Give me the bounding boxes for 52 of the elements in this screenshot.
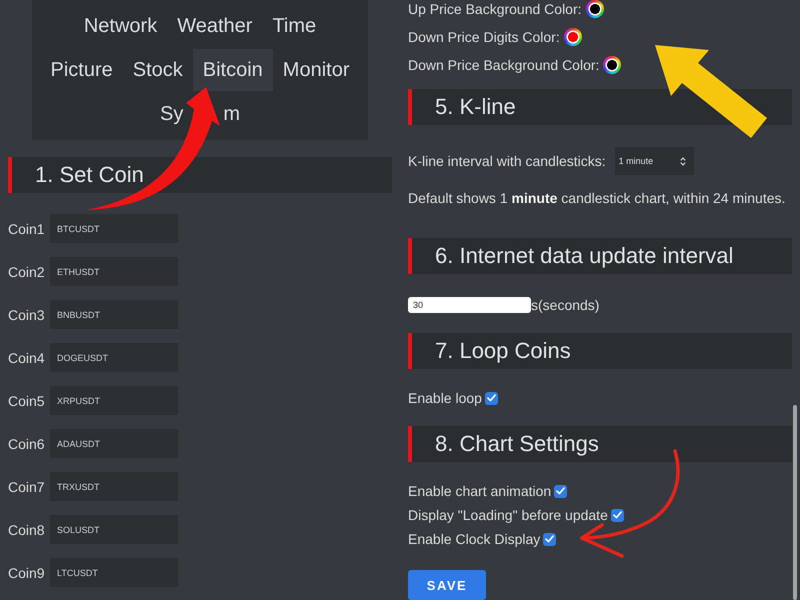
save-button[interactable]: SAVE: [408, 570, 486, 600]
unit-label: s(seconds): [531, 297, 600, 313]
coin-label: Coin5: [8, 392, 46, 408]
section-heading: 1. Set Coin: [8, 157, 392, 193]
color-picker[interactable]: [586, 0, 604, 18]
option-label: Enable chart animation: [408, 483, 552, 499]
option-label: Enable Clock Display: [408, 531, 540, 547]
coin-field[interactable]: DOGEUSDT: [50, 343, 178, 372]
option-label: Display "Loading" before update: [408, 507, 608, 523]
coin-field[interactable]: ETHUSDT: [50, 257, 178, 286]
nav-tab[interactable]: Weather: [167, 5, 262, 47]
nav-tab[interactable]: Time: [262, 5, 326, 47]
interval-field[interactable]: 30: [408, 297, 531, 313]
field-label: K-line interval with candlesticks:: [408, 153, 606, 169]
updown-icon: [680, 156, 686, 166]
checkbox[interactable]: [610, 508, 624, 522]
nav-tab[interactable]: Monitor: [272, 49, 360, 91]
nav-tab[interactable]: Sy m: [150, 93, 250, 135]
coin-field[interactable]: ADAUSDT: [50, 429, 178, 458]
checkbox[interactable]: [543, 532, 556, 546]
color-label: Down Price Background Color:: [408, 57, 600, 73]
nav-tab[interactable]: Bitcoin: [192, 49, 273, 91]
coin-label: Coin3: [8, 306, 46, 322]
coin-label: Coin6: [8, 436, 46, 452]
nav-tab[interactable]: Stock: [122, 49, 193, 91]
info-text: Default shows 1 minute candlestick chart, within 24 minutes.: [408, 189, 786, 208]
nav-tab[interactable]: Picture: [40, 49, 123, 91]
interval-select[interactable]: 1 minute: [614, 147, 694, 175]
coin-field[interactable]: BNBUSDT: [50, 300, 178, 329]
checkbox[interactable]: [484, 392, 498, 404]
scrollbar-thumb[interactable]: [793, 405, 797, 600]
coin-field[interactable]: BTCUSDT: [50, 214, 178, 243]
section-heading: 8. Chart Settings: [408, 426, 792, 462]
coin-label: Coin9: [8, 564, 46, 580]
checkbox[interactable]: [554, 484, 568, 498]
coin-field[interactable]: XRPUSDT: [50, 386, 178, 415]
section-heading: 6. Internet data update interval: [408, 238, 792, 274]
color-label: Up Price Background Color:: [408, 1, 582, 17]
nav-tab[interactable]: Network: [74, 5, 168, 47]
coin-label: Coin7: [8, 478, 46, 494]
coin-field[interactable]: SOLUSDT: [50, 515, 178, 544]
coin-label: Coin8: [8, 522, 46, 538]
coin-field[interactable]: TRXUSDT: [50, 472, 178, 501]
coin-field[interactable]: LTCUSDT: [50, 558, 178, 587]
coin-label: Coin2: [8, 264, 46, 280]
color-picker[interactable]: [603, 56, 622, 74]
section-heading: 7. Loop Coins: [408, 333, 792, 369]
color-label: Down Price Digits Color:: [408, 29, 560, 45]
color-picker[interactable]: [564, 28, 582, 46]
option-label: Enable loop: [408, 390, 482, 406]
coin-label: Coin1: [8, 220, 46, 236]
coin-label: Coin4: [8, 350, 46, 366]
